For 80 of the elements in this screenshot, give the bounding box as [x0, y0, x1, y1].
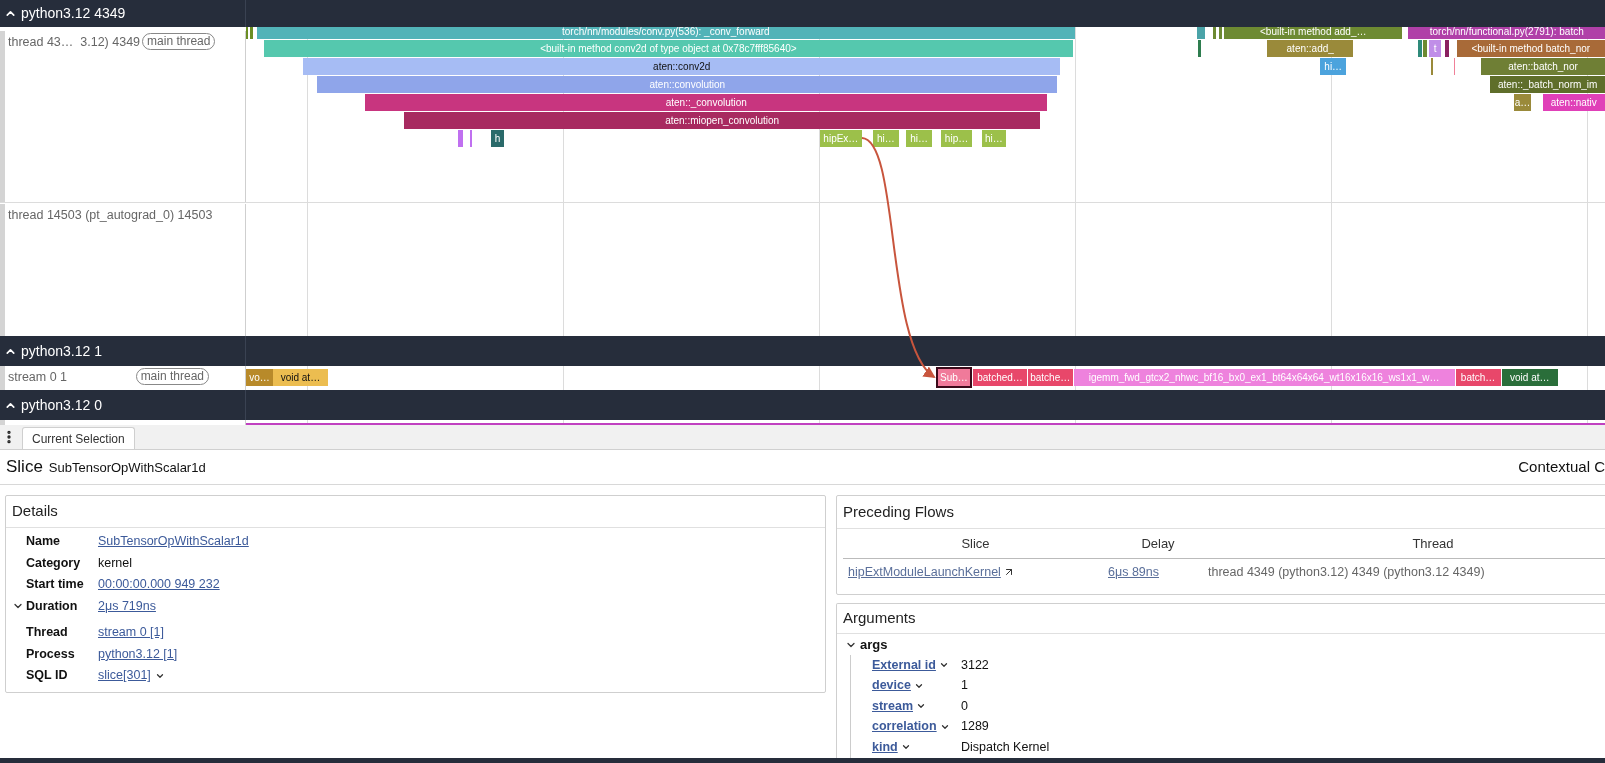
- process-title: python3.12 1: [21, 341, 102, 361]
- detail-label: Name: [26, 533, 61, 551]
- detail-label: SQL ID: [26, 667, 68, 685]
- arg-key-link[interactable]: device: [872, 676, 911, 696]
- thread-name: stream 0 1: [8, 369, 68, 386]
- panel-title: Preceding Flows: [843, 501, 954, 522]
- slice[interactable]: vo…: [245, 369, 274, 386]
- slice-marker[interactable]: [1422, 40, 1427, 57]
- selection-kind: Slice: [6, 456, 43, 479]
- slice[interactable]: hi…: [1320, 58, 1346, 75]
- slice-marker[interactable]: [1196, 27, 1205, 39]
- slice[interactable]: aten::batch_nor: [1481, 58, 1605, 75]
- column-header: Thread: [1411, 534, 1455, 553]
- detail-link[interactable]: SubTensorOpWithScalar1d: [98, 532, 249, 552]
- slice-marker[interactable]: [1417, 40, 1422, 57]
- detail-label: Thread: [26, 624, 68, 642]
- slice[interactable]: aten::nativ: [1542, 94, 1605, 111]
- panel-title: Details: [12, 501, 58, 522]
- slice-marker[interactable]: [1431, 58, 1433, 75]
- detail-link[interactable]: stream 0 [1]: [98, 623, 164, 643]
- slice-marker[interactable]: [249, 27, 253, 39]
- slice[interactable]: void at…: [1501, 369, 1558, 386]
- process-title: python3.12 0: [21, 395, 102, 415]
- slice[interactable]: aten::_batch_norm_im: [1490, 76, 1605, 93]
- detail-link[interactable]: 00:00:00.000 949 232: [98, 575, 220, 595]
- detail-link[interactable]: 2μs 719ns: [98, 596, 156, 616]
- contextual-title: Contextual C: [1518, 456, 1605, 477]
- column-header: Slice: [960, 534, 991, 553]
- slice[interactable]: aten::add_: [1267, 40, 1354, 57]
- slice-marker[interactable]: [1453, 58, 1456, 75]
- slice[interactable]: <built-in method batch_nor: [1456, 40, 1605, 57]
- detail-label: Duration: [26, 597, 78, 615]
- slice[interactable]: aten::conv2d: [303, 58, 1061, 75]
- column-header: Delay: [1140, 534, 1176, 553]
- arg-key-link[interactable]: correlation: [872, 717, 937, 737]
- flow-delay-link[interactable]: 6μs 89ns: [1108, 562, 1208, 582]
- detail-link[interactable]: slice[301]: [98, 666, 151, 686]
- arg-value: 0: [961, 697, 968, 715]
- detail-label: Start time: [26, 576, 84, 594]
- detail-label: Category: [26, 554, 81, 572]
- track-strip: [0, 366, 5, 390]
- arg-key-link[interactable]: kind: [872, 737, 898, 757]
- slice[interactable]: a…: [1513, 94, 1532, 111]
- panel-title: Arguments: [843, 608, 916, 629]
- table-cell-text: thread 4349 (python3.12) 4349 (python3.12 4349): [1208, 563, 1486, 581]
- tab[interactable]: Current Selection: [22, 427, 135, 449]
- slice-marker[interactable]: [1197, 40, 1202, 57]
- arg-value: 3122: [961, 656, 989, 674]
- thread-name: thread 14503 (pt_autograd_0) 14503: [8, 207, 213, 224]
- slice[interactable]: void at…: [273, 369, 328, 386]
- arg-value: 1289: [961, 718, 989, 736]
- process-title: python3.12 4349: [21, 4, 126, 23]
- slice-marker[interactable]: [469, 130, 472, 147]
- group-label: args: [860, 636, 888, 655]
- slice-marker[interactable]: [246, 27, 249, 39]
- arg-key-link[interactable]: stream: [872, 696, 913, 716]
- slice-marker[interactable]: [1218, 27, 1222, 39]
- slice[interactable]: batched…: [973, 369, 1027, 386]
- slice[interactable]: Sub…: [937, 369, 971, 386]
- slice[interactable]: batch…: [1455, 369, 1501, 386]
- slice-marker[interactable]: [1445, 40, 1450, 57]
- flow-slice-link[interactable]: hipExtModuleLaunchKernel: [848, 562, 1001, 582]
- selection-name: SubTensorOpWithScalar1d: [48, 459, 206, 478]
- slice[interactable]: h: [491, 130, 504, 147]
- arg-value: Dispatch Kernel: [961, 738, 1050, 756]
- slice[interactable]: <built-in method add_…: [1224, 27, 1403, 39]
- detail-value: kernel: [98, 554, 133, 572]
- slice[interactable]: t: [1428, 40, 1442, 57]
- slice[interactable]: torch/nn/functional.py(2791): batch: [1408, 27, 1605, 39]
- slice[interactable]: batche…: [1027, 369, 1073, 386]
- slice[interactable]: aten::_convolution: [365, 94, 1048, 111]
- slice[interactable]: torch/nn/modules/conv.py(536): _conv_forward: [256, 27, 1075, 39]
- arg-key-link[interactable]: External id: [872, 655, 936, 675]
- slice-marker[interactable]: [457, 130, 463, 147]
- thread-name: thread 43… 3.12) 4349: [8, 34, 141, 51]
- detail-label: Process: [26, 645, 75, 663]
- detail-link[interactable]: python3.12 [1]: [98, 644, 178, 664]
- slice[interactable]: aten::miopen_convolution: [404, 112, 1040, 129]
- slice-marker[interactable]: [1212, 27, 1216, 39]
- arg-value: 1: [961, 677, 968, 695]
